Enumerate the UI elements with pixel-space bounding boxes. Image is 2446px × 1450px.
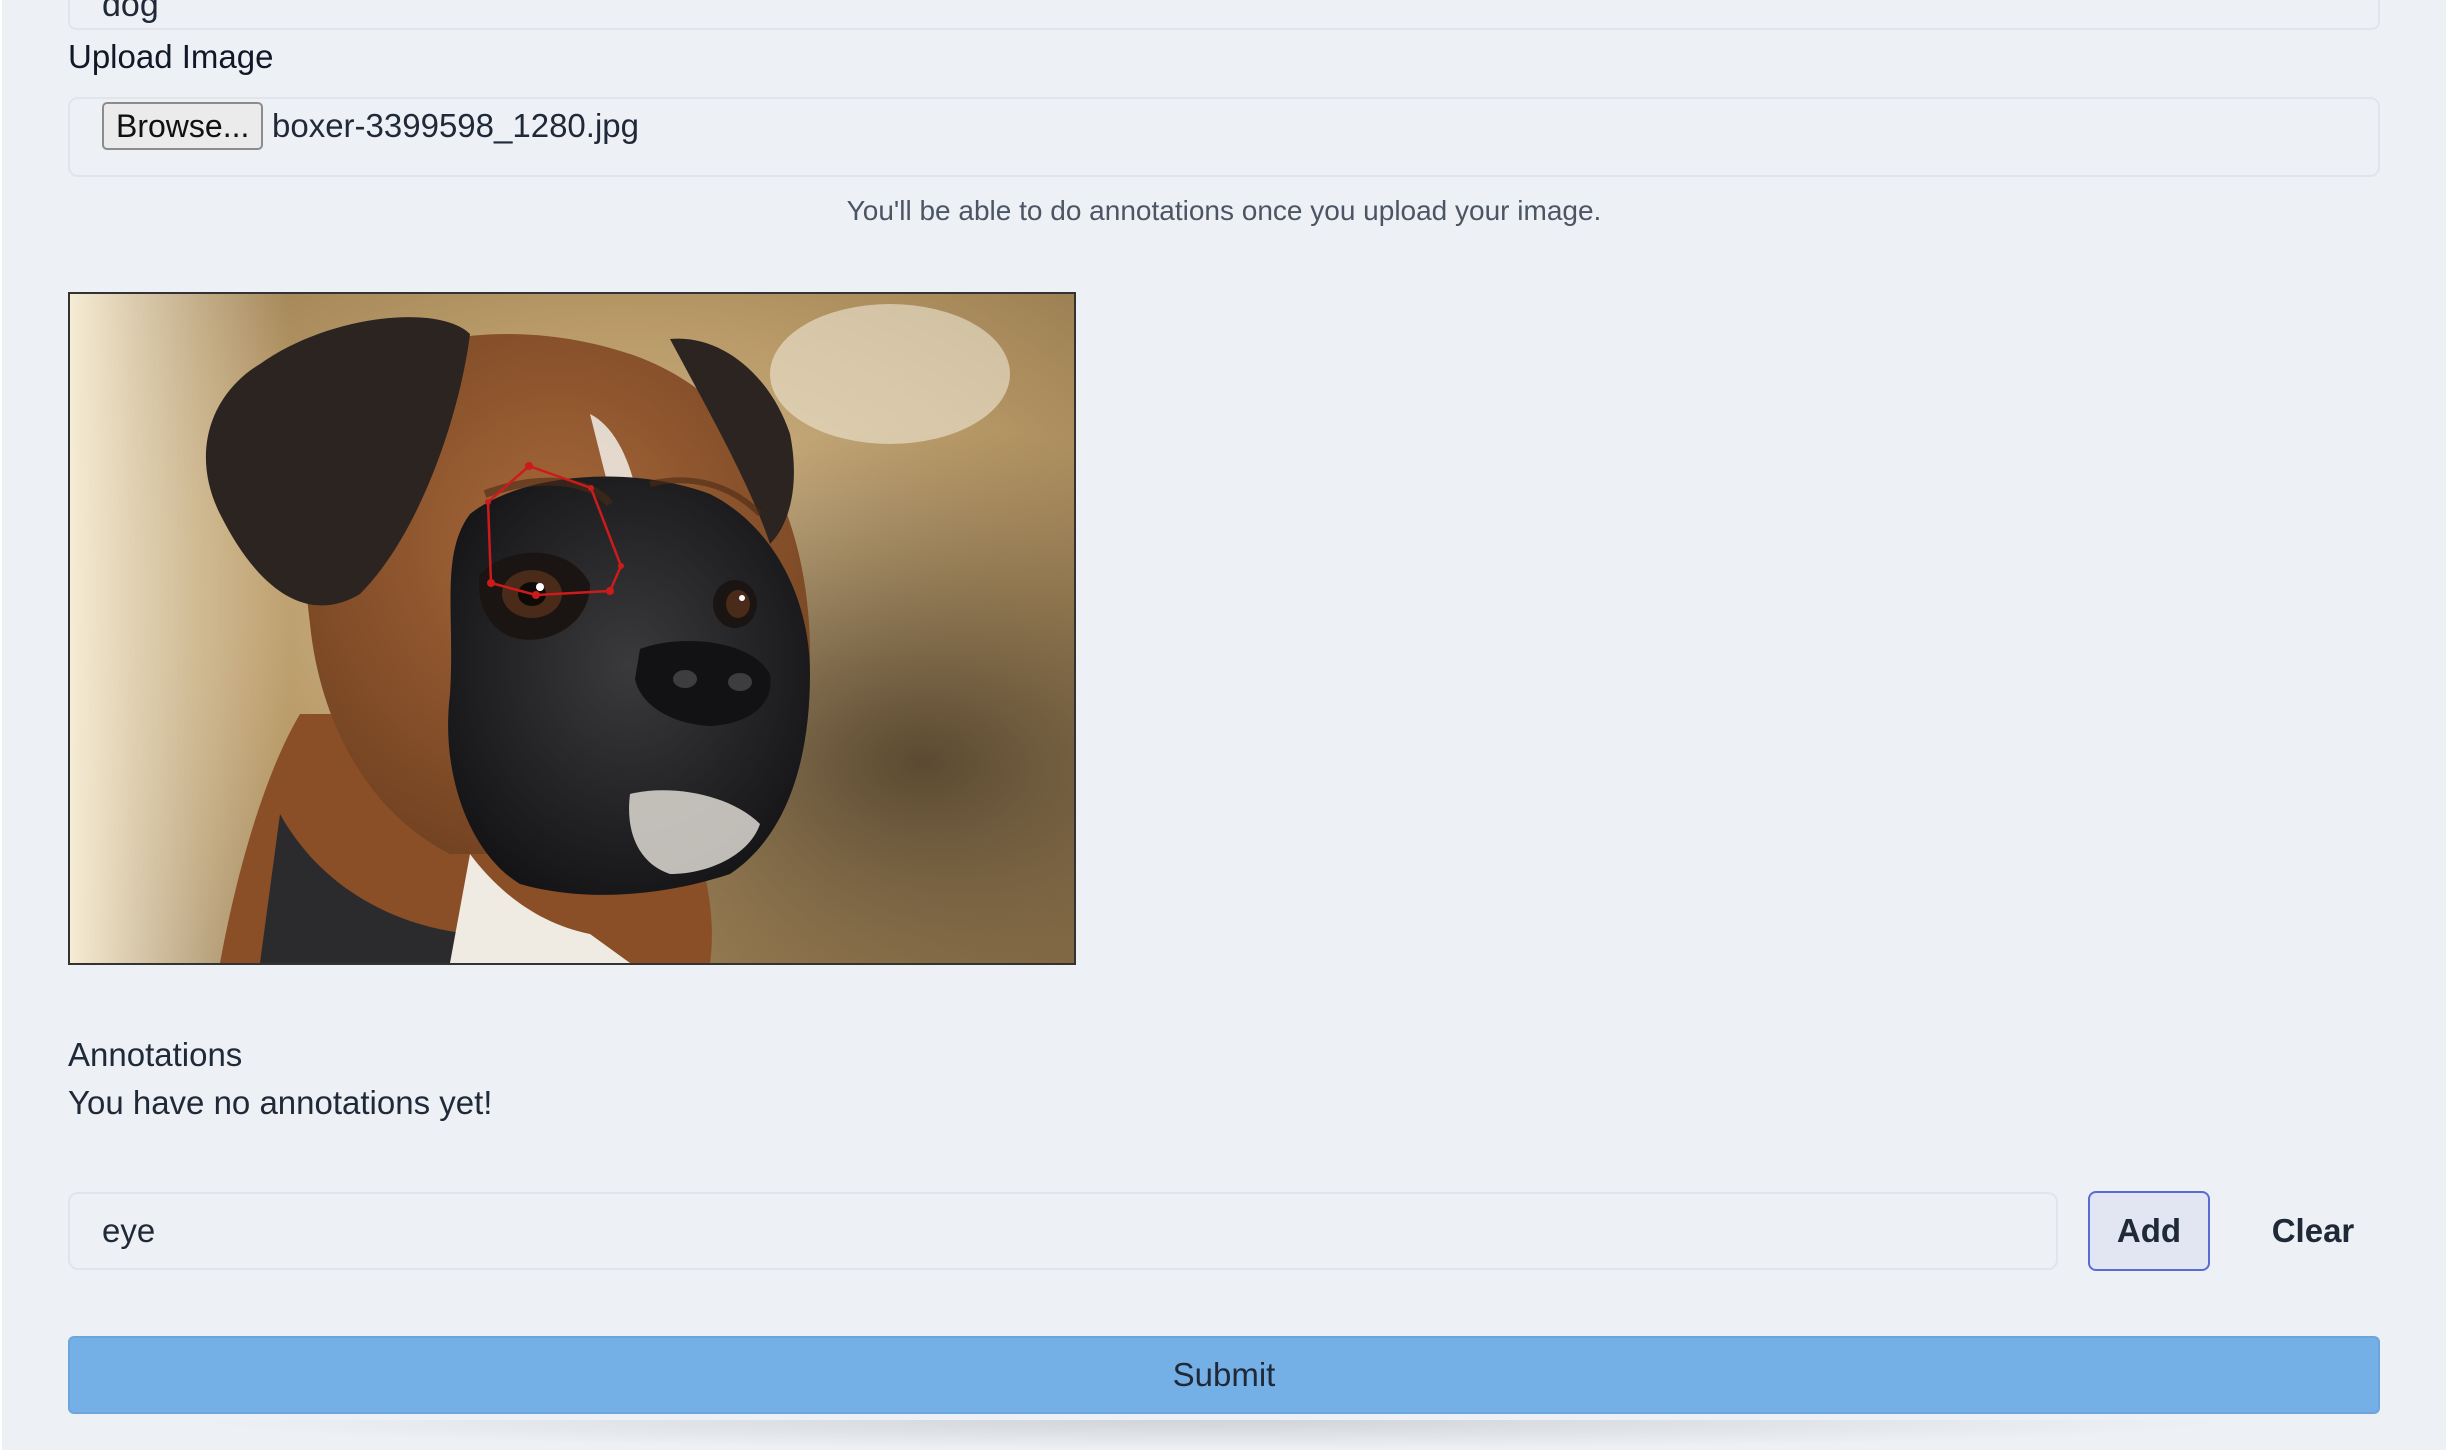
category-input[interactable]: dog bbox=[68, 0, 2380, 30]
upload-image-label: Upload Image bbox=[68, 38, 274, 75]
file-input[interactable]: Browse... boxer-3399598_1280.jpg bbox=[68, 97, 2380, 177]
annotation-canvas[interactable] bbox=[68, 292, 1076, 965]
annotations-empty-message: You have no annotations yet! bbox=[68, 1084, 493, 1121]
card-shadow bbox=[182, 1420, 2242, 1450]
annotation-label-input[interactable] bbox=[68, 1192, 2058, 1270]
selected-file-name: boxer-3399598_1280.jpg bbox=[272, 107, 639, 144]
clear-button[interactable]: Clear bbox=[2248, 1191, 2378, 1271]
annotations-heading: Annotations bbox=[68, 1036, 243, 1073]
upload-hint: You'll be able to do annotations once yo… bbox=[846, 195, 1602, 226]
add-button[interactable]: Add bbox=[2088, 1191, 2210, 1271]
category-value: dog bbox=[102, 0, 159, 24]
submit-button[interactable]: Submit bbox=[68, 1336, 2380, 1414]
annotation-form: dog Upload Image Browse... boxer-3399598… bbox=[2, 0, 2446, 1450]
dog-photo bbox=[70, 294, 1074, 963]
browse-button[interactable]: Browse... bbox=[102, 102, 264, 150]
